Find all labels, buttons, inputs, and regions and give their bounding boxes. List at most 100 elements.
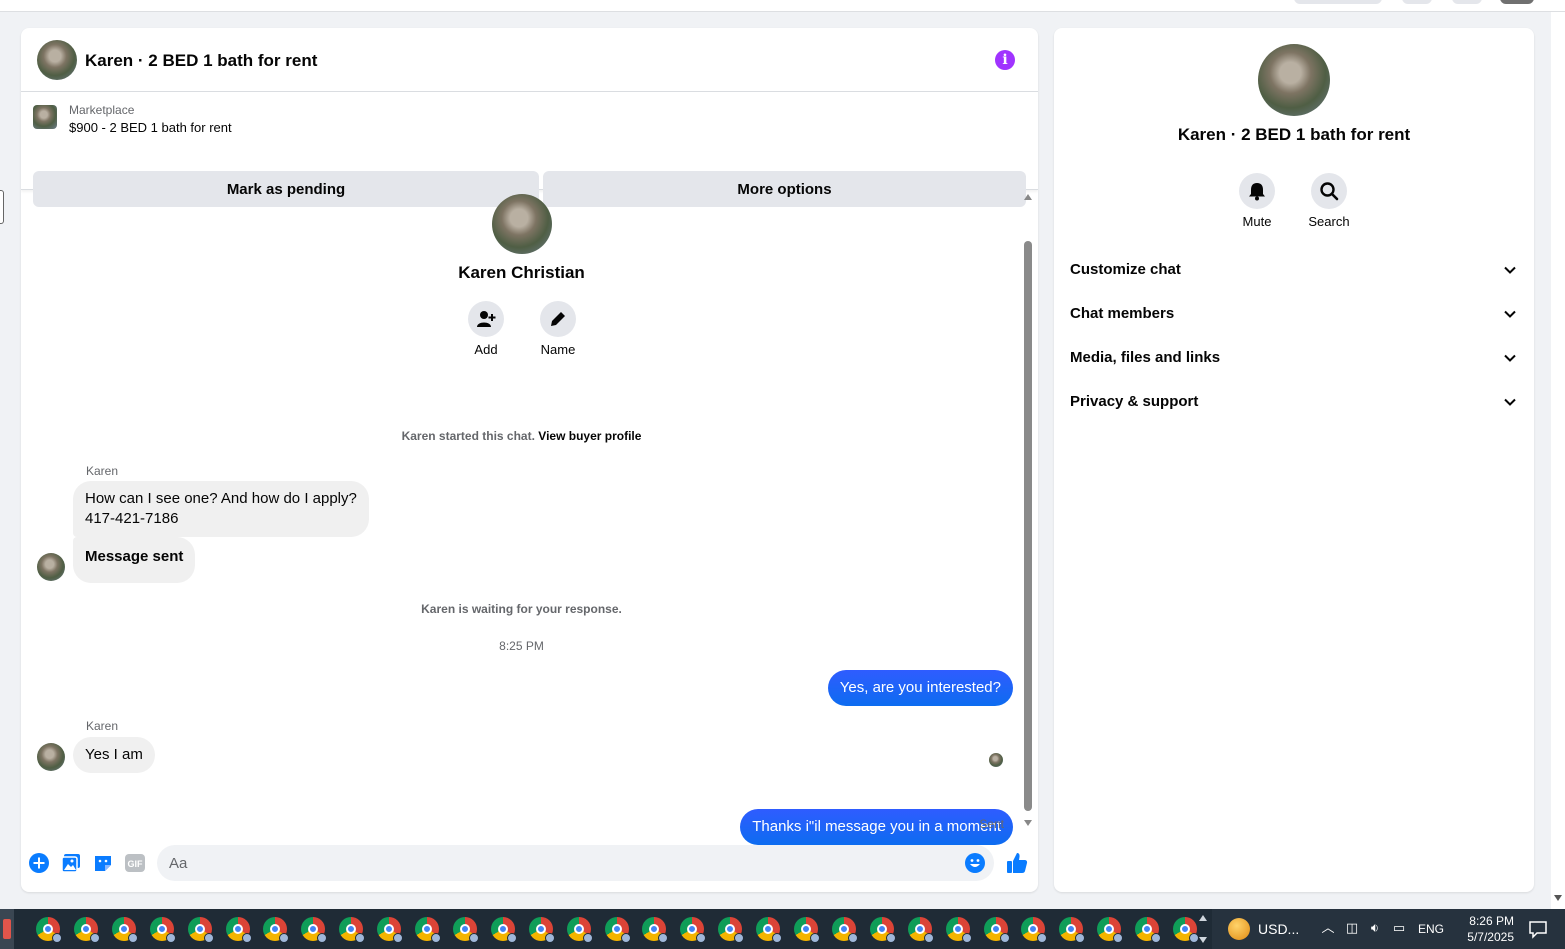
clock[interactable]: 8:26 PM 5/7/2025 (1450, 913, 1514, 945)
photo-icon[interactable] (61, 853, 81, 873)
section-customize-chat[interactable]: Customize chat (1062, 250, 1526, 290)
sticker-icon[interactable] (93, 853, 113, 873)
taskbar-scroll[interactable] (1197, 911, 1209, 947)
outgoing-message[interactable]: Yes, are you interested? (827, 670, 1013, 706)
mute-button[interactable] (1239, 173, 1275, 209)
chevron-down-icon (1504, 266, 1516, 274)
conversation-avatar[interactable] (37, 40, 77, 80)
profile-badge-icon (52, 933, 62, 943)
info-icon[interactable]: i (995, 50, 1015, 70)
taskbar-browser-icon[interactable] (415, 917, 441, 943)
volume-icon[interactable]: 🔉︎ (1367, 920, 1383, 938)
section-label: Customize chat (1070, 261, 1181, 278)
emoji-icon[interactable] (965, 853, 985, 873)
taskbar-browser-icon[interactable] (945, 917, 972, 943)
marketplace-label: Marketplace (69, 103, 135, 117)
taskbar-browser-icon[interactable] (73, 917, 100, 943)
taskbar-browser-icon[interactable] (339, 917, 366, 943)
scroll-up-arrow[interactable] (1024, 194, 1032, 200)
taskbar-browser-icon[interactable] (869, 917, 896, 943)
scroll-down-arrow[interactable] (1024, 820, 1032, 826)
taskbar-scroll-up-arrow[interactable] (1199, 915, 1207, 921)
sent-status: Sent (979, 817, 1004, 831)
taskbar-browser-icon[interactable] (377, 917, 404, 943)
plus-circle-icon[interactable] (29, 853, 49, 873)
message-input[interactable] (157, 845, 994, 881)
taskbar-pinned-app[interactable] (0, 909, 14, 949)
chat-header: Karen · 2 BED 1 bath for rent i (21, 28, 1038, 92)
svg-text:GIF: GIF (128, 859, 144, 869)
taskbar-browser-icon[interactable] (1135, 917, 1162, 943)
listing-title[interactable]: $900 - 2 BED 1 bath for rent (69, 120, 232, 135)
taskbar-browser-icon[interactable] (111, 917, 138, 943)
currency-widget-text[interactable]: USD... (1258, 921, 1299, 937)
taskbar-scroll-down-arrow[interactable] (1199, 937, 1207, 943)
section-media-files-links[interactable]: Media, files and links (1062, 338, 1526, 378)
info-avatar[interactable] (1258, 44, 1330, 116)
system-tray: USD... ︿ ◫ 🔉︎ ▭ ENG 8:26 PM 5/7/2025 (1212, 909, 1565, 949)
conversation-info-panel: Karen · 2 BED 1 bath for rent Mute Searc… (1054, 28, 1534, 892)
contact-avatar[interactable] (492, 194, 552, 254)
gif-icon[interactable]: GIF (125, 853, 145, 873)
taskbar-browser-icon[interactable] (301, 917, 328, 943)
taskbar-browser-icon[interactable] (225, 917, 252, 943)
scroll-thumb[interactable] (1024, 241, 1032, 811)
incoming-message[interactable]: How can I see one? And how do I apply? 4… (73, 481, 369, 537)
sender-avatar[interactable] (37, 553, 65, 581)
taskbar-browser-icon[interactable] (718, 917, 745, 943)
taskbar-browser-icon[interactable] (831, 917, 858, 943)
taskbar-browser-icon[interactable] (642, 917, 669, 943)
profile-badge-icon (999, 933, 1010, 943)
taskbar-browser-icon[interactable] (1021, 917, 1048, 943)
taskbar-browser-icon[interactable] (1173, 917, 1199, 943)
edit-name-button[interactable] (540, 301, 576, 337)
conversation-title[interactable]: Karen · 2 BED 1 bath for rent (85, 51, 317, 71)
taskbar-browser-icon[interactable] (680, 917, 707, 943)
taskbar-browser-icon[interactable] (187, 917, 214, 943)
page-scrollbar[interactable] (1551, 12, 1565, 909)
incoming-message[interactable]: Yes I am (73, 737, 155, 773)
section-privacy-support[interactable]: Privacy & support (1062, 382, 1526, 422)
taskbar-browser-icon[interactable] (452, 917, 479, 943)
top-button-ghost[interactable] (1294, 0, 1382, 4)
messages-scrollbar[interactable] (1024, 194, 1032, 830)
search-button[interactable] (1311, 173, 1347, 209)
listing-thumbnail[interactable] (33, 105, 57, 129)
taskbar-browser-icon[interactable] (983, 917, 1010, 943)
profile-badge-icon (1075, 933, 1086, 943)
taskbar-browser-icon[interactable] (149, 917, 176, 943)
search-icon (1320, 182, 1339, 201)
taskbar-browser-icon[interactable] (36, 917, 62, 943)
taskbar-browser-icon[interactable] (907, 917, 934, 943)
taskbar-browser-icon[interactable] (756, 917, 783, 943)
currency-widget-icon[interactable] (1228, 918, 1250, 940)
chevron-up-icon[interactable]: ︿ (1320, 920, 1336, 938)
camera-icon[interactable]: ◫ (1344, 920, 1360, 938)
taskbar-browser-icon[interactable] (566, 917, 593, 943)
view-buyer-profile-link[interactable]: View buyer profile (538, 429, 641, 443)
taskbar-browser-icon[interactable] (490, 917, 517, 943)
account-avatar[interactable] (1500, 0, 1534, 4)
profile-badge-icon (355, 933, 366, 943)
taskbar-browser-icon[interactable] (528, 917, 555, 943)
thumbs-up-icon[interactable] (1005, 851, 1029, 875)
network-icon[interactable]: ▭ (1391, 920, 1407, 938)
taskbar-browser-icon[interactable] (794, 917, 820, 943)
profile-badge-icon (658, 933, 669, 943)
page-scroll-down-arrow[interactable] (1554, 895, 1562, 901)
section-chat-members[interactable]: Chat members (1062, 294, 1526, 334)
taskbar-browser-icon[interactable] (1097, 917, 1124, 943)
taskbar-browser-icon[interactable] (263, 917, 290, 943)
sender-avatar[interactable] (37, 743, 65, 771)
taskbar-browser-icon[interactable] (1059, 917, 1086, 943)
top-icon-ghost[interactable] (1452, 0, 1482, 4)
profile-badge-icon (165, 933, 176, 943)
add-member-button[interactable] (468, 301, 504, 337)
top-icon-ghost[interactable] (1402, 0, 1432, 4)
incoming-message[interactable]: Message sent (73, 537, 196, 583)
notification-icon[interactable] (1528, 919, 1548, 939)
taskbar-browser-icon[interactable] (604, 917, 631, 943)
language-indicator[interactable]: ENG (1418, 922, 1444, 936)
sidebar-collapse-handle[interactable] (0, 190, 4, 224)
contact-name: Karen Christian (458, 263, 585, 282)
